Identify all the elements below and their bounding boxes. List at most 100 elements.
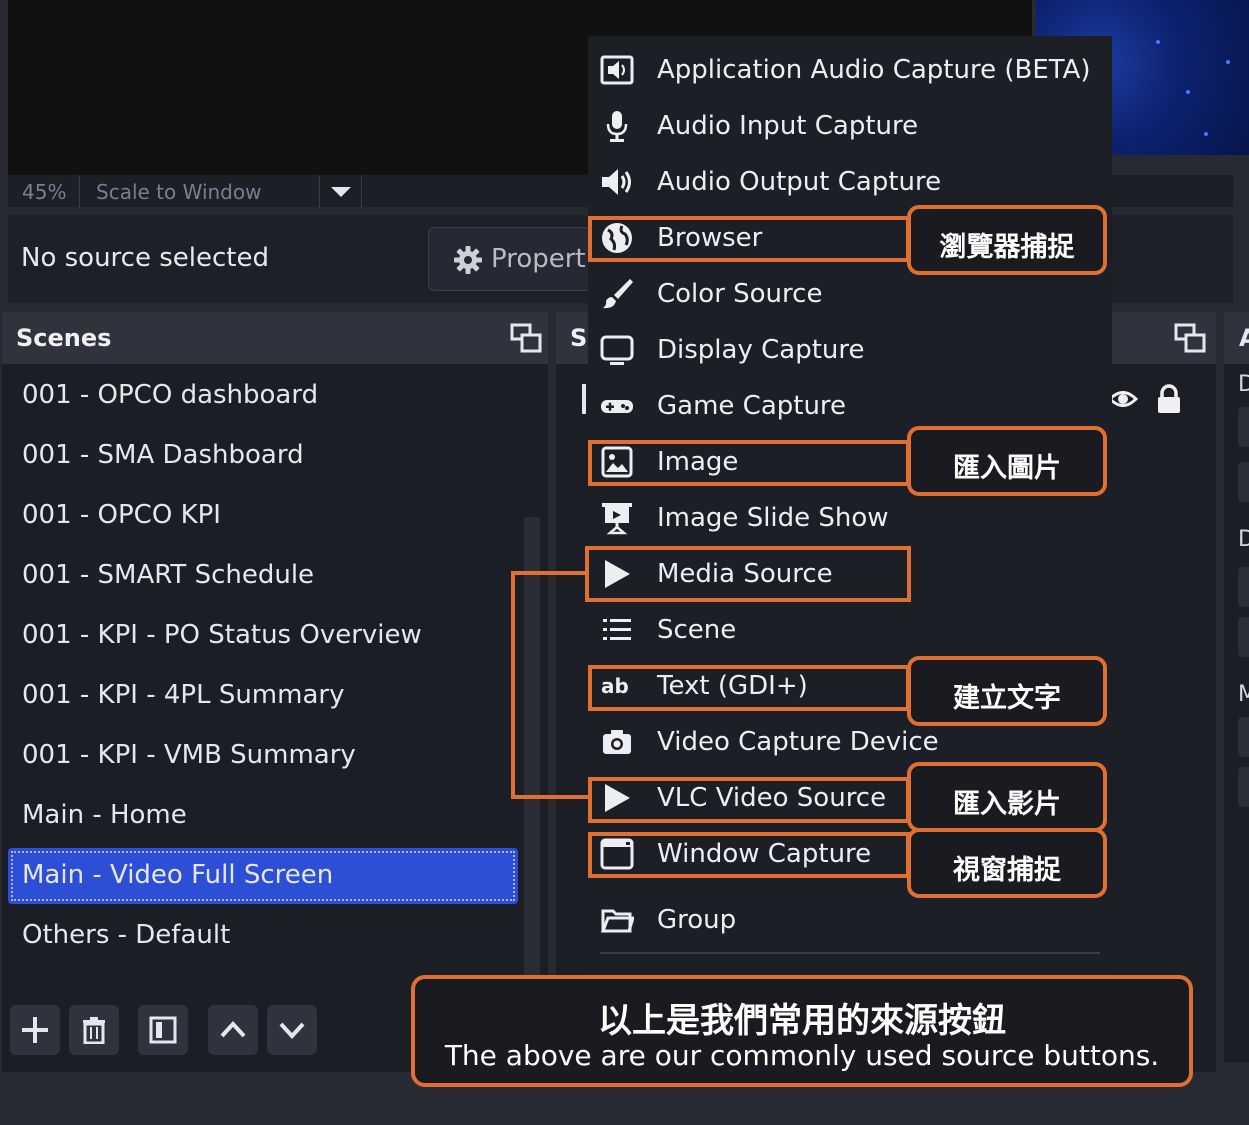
caption-english: The above are our commonly used source b… <box>444 1039 1160 1072</box>
scene-label: 001 - KPI - PO Status Overview <box>22 620 422 650</box>
menu-item-display-capture[interactable]: Display Capture <box>588 323 1112 375</box>
plus-icon <box>22 1017 48 1043</box>
menu-item-audio-input-capture[interactable]: Audio Input Capture <box>588 99 1112 151</box>
annotation-browser: 瀏覽器捕捉 <box>907 205 1107 275</box>
annotation-window: 視窗捕捉 <box>907 828 1107 898</box>
list-icon <box>603 619 631 640</box>
scene-item[interactable]: 001 - KPI - PO Status Overview <box>8 608 518 664</box>
annotation-label: 視窗捕捉 <box>953 855 1061 886</box>
source-status: No source selected <box>21 243 269 273</box>
mixer-control[interactable] <box>1238 617 1249 657</box>
annotation-video: 匯入影片 <box>907 762 1107 832</box>
menu-item-label: Application Audio Capture (BETA) <box>657 55 1091 85</box>
connector-line <box>511 571 588 575</box>
mixer-control[interactable] <box>1238 407 1249 447</box>
zoom-level: 45% <box>22 180 67 204</box>
scene-label: 001 - SMA Dashboard <box>22 440 304 470</box>
mixer-control[interactable] <box>1238 567 1249 607</box>
menu-item-game-capture[interactable]: Game Capture <box>588 379 1112 431</box>
gamepad-icon <box>601 400 633 413</box>
move-scene-up-button[interactable] <box>208 1005 258 1055</box>
menu-item-application-audio-capture[interactable]: Application Audio Capture (BETA) <box>588 43 1112 95</box>
app-audio-icon <box>600 55 634 85</box>
mixer-control[interactable] <box>1238 717 1249 757</box>
remove-scene-button[interactable] <box>69 1005 119 1055</box>
mixer-control[interactable] <box>1238 462 1249 502</box>
menu-item-label: Audio Input Capture <box>657 111 919 141</box>
menu-separator <box>600 952 1100 954</box>
scene-label: Main - Video Full Screen <box>22 860 334 890</box>
scene-label: 001 - SMART Schedule <box>22 560 315 590</box>
menu-item-group[interactable]: Group <box>588 893 1112 945</box>
menu-item-label: Video Capture Device <box>657 727 939 757</box>
eye-icon[interactable] <box>1108 386 1138 412</box>
menu-item-image-slide-show[interactable]: Image Slide Show <box>588 491 1112 543</box>
preview-dot <box>1226 60 1230 64</box>
scenes-title: Scenes <box>16 324 112 352</box>
annotation-text: 建立文字 <box>907 656 1107 726</box>
audio-mixer-header: A <box>1224 312 1249 364</box>
preview-dot <box>1156 40 1160 44</box>
connector-line <box>511 571 515 799</box>
scene-item[interactable]: Others - Default <box>8 908 518 964</box>
lock-icon[interactable] <box>1156 384 1182 414</box>
scale-mode-select[interactable]: Scale to Window <box>96 180 261 204</box>
menu-item-label: Color Source <box>657 279 823 309</box>
folder-icon <box>600 909 634 933</box>
trash-icon <box>83 1017 105 1044</box>
menu-item-label: Group <box>657 905 737 935</box>
menu-item-scene[interactable]: Scene <box>588 603 1112 655</box>
annotation-label: 瀏覽器捕捉 <box>939 232 1075 263</box>
highlight-media-source <box>585 546 911 602</box>
preview-dot <box>1204 132 1208 136</box>
menu-item-label: Image Slide Show <box>657 503 889 533</box>
caption-chinese: 以上是我們常用的來源按鈕 <box>598 1001 1006 1041</box>
scene-label: 001 - KPI - VMB Summary <box>22 740 356 770</box>
scene-item[interactable]: Main - Home <box>8 788 518 844</box>
undock-icon[interactable] <box>1174 322 1206 354</box>
scene-item[interactable]: 001 - OPCO KPI <box>8 488 518 544</box>
annotation-label: 匯入圖片 <box>953 453 1061 484</box>
scene-item[interactable]: 001 - KPI - 4PL Summary <box>8 668 518 724</box>
highlight-image <box>588 440 910 486</box>
filter-icon <box>149 1016 177 1044</box>
mixer-control[interactable] <box>1238 767 1249 807</box>
annotation-image: 匯入圖片 <box>907 426 1107 496</box>
move-scene-down-button[interactable] <box>267 1005 317 1055</box>
annotation-label: 匯入影片 <box>953 789 1061 820</box>
menu-item-audio-output-capture[interactable]: Audio Output Capture <box>588 155 1112 207</box>
menu-item-label: Display Capture <box>657 335 865 365</box>
scene-filter-button[interactable] <box>138 1005 188 1055</box>
chevron-down-icon[interactable] <box>330 185 352 199</box>
audio-mixer-panel: A D D M <box>1224 312 1249 1062</box>
scene-item[interactable]: 001 - KPI - VMB Summary <box>8 728 518 784</box>
scene-scrollbar[interactable] <box>524 517 540 987</box>
audio-mixer-title: A <box>1239 324 1249 352</box>
highlight-vlc <box>588 777 910 823</box>
add-scene-button[interactable] <box>10 1005 60 1055</box>
mixer-channel-label: D <box>1238 527 1249 552</box>
chevron-down-icon <box>279 1022 305 1039</box>
menu-item-label: Scene <box>657 615 737 645</box>
menu-item-label: Game Capture <box>657 391 847 421</box>
speaker-icon <box>602 169 631 195</box>
scene-label: 001 - KPI - 4PL Summary <box>22 680 345 710</box>
scene-item-selected[interactable]: Main - Video Full Screen <box>8 848 518 904</box>
monitor-icon <box>600 335 634 365</box>
highlight-window-capture <box>588 832 910 878</box>
scene-item[interactable]: 001 - SMA Dashboard <box>8 428 518 484</box>
undock-icon[interactable] <box>510 322 542 354</box>
gear-icon <box>454 246 482 274</box>
properties-label: Properti <box>491 244 593 274</box>
caption-box: 以上是我們常用的來源按鈕 The above are our commonly … <box>411 975 1193 1087</box>
mixer-channel-label: M <box>1238 682 1249 707</box>
mixer-channel-label: D <box>1238 372 1249 397</box>
scene-item[interactable]: 001 - OPCO dashboard <box>8 368 518 424</box>
slideshow-icon <box>602 503 632 535</box>
connector-line <box>511 795 588 799</box>
annotation-label: 建立文字 <box>953 683 1061 714</box>
scene-label: 001 - OPCO dashboard <box>22 380 319 410</box>
scenes-header: Scenes <box>2 312 548 364</box>
scene-label: Others - Default <box>22 920 231 950</box>
scene-item[interactable]: 001 - SMART Schedule <box>8 548 518 604</box>
